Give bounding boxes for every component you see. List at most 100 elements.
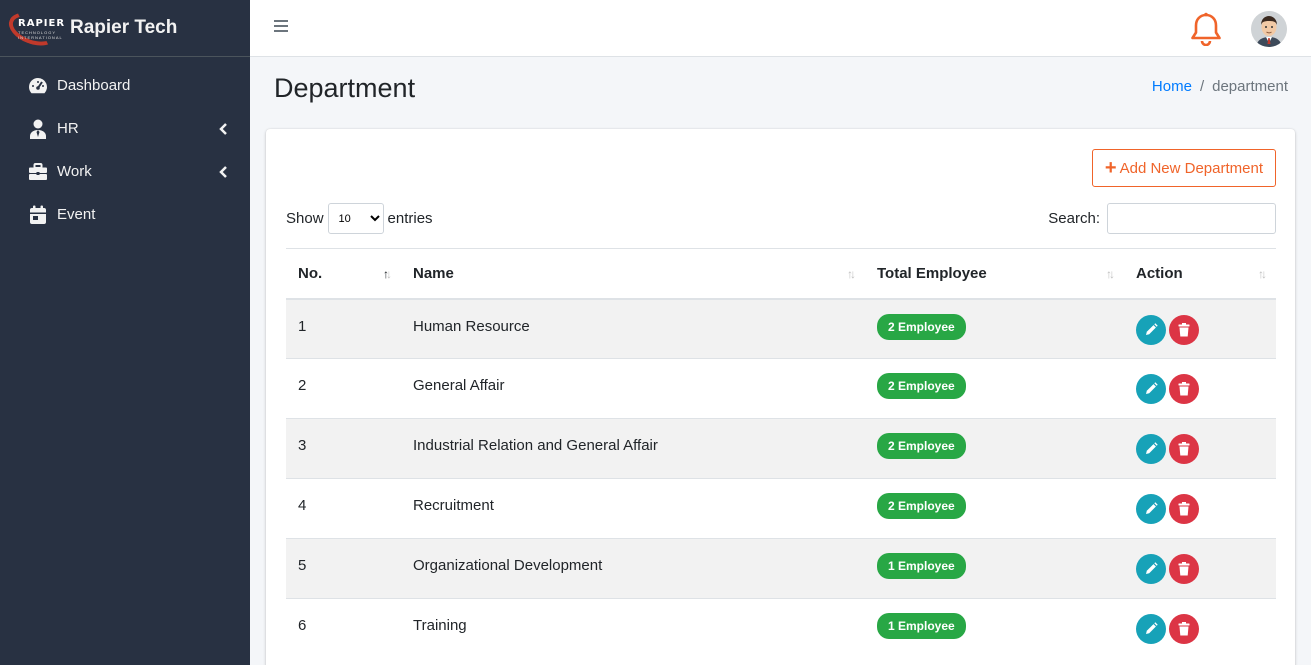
sort-icon: ↑↓ [1258,267,1267,281]
sidebar-item-label: Dashboard [57,77,131,94]
user-tie-icon [28,119,48,139]
breadcrumb-home-link[interactable]: Home [1152,78,1192,95]
breadcrumb-current: department [1212,78,1288,95]
edit-button[interactable] [1136,494,1166,524]
show-label: Show [286,210,324,227]
column-header-action[interactable]: Action ↑↓ [1124,248,1276,300]
sidebar-nav: Dashboard HR Work Event [0,64,250,236]
sidebar-item-hr[interactable]: HR [0,107,250,150]
trash-icon [1178,622,1190,636]
sidebar: RAPIER TECHNOLOGY INTERNATIONAL Rapier T… [0,0,250,665]
table-row: 4 Recruitment 2 Employee [286,478,1276,539]
search-control: Search: [1048,203,1276,234]
edit-button[interactable] [1136,434,1166,464]
sidebar-item-label: Event [57,206,96,223]
table-body: 1 Human Resource 2 Employee 2 General Af… [286,298,1276,659]
sidebar-item-dashboard[interactable]: Dashboard [0,64,250,107]
breadcrumb: Home / department [1152,78,1288,95]
entries-label: entries [387,210,433,227]
department-table: No. ↑↓ Name ↑↓ Total Employee ↑↓ Action ↑↓ 1… [286,248,1276,659]
edit-button[interactable] [1136,314,1166,345]
add-department-label: Add New Department [1119,159,1263,177]
cell-name: Industrial Relation and General Affair [401,418,865,479]
cell-no: 3 [286,418,401,479]
search-input[interactable] [1107,203,1276,234]
delete-button[interactable] [1169,554,1199,584]
cell-no: 6 [286,598,401,659]
table-row: 5 Organizational Development 1 Employee [286,538,1276,599]
delete-button[interactable] [1169,494,1199,524]
page-title: Department [274,73,416,103]
cell-no: 4 [286,478,401,539]
brand-name: Rapier Tech [70,17,178,38]
brand-link[interactable]: RAPIER TECHNOLOGY INTERNATIONAL Rapier T… [0,0,250,57]
employee-count-badge: 2 Employee [877,493,966,519]
breadcrumb-separator: / [1199,78,1205,95]
sort-asc-icon: ↑↓ [383,267,392,281]
delete-button[interactable] [1169,614,1199,644]
cell-name: Recruitment [401,478,865,539]
cell-name: Training [401,598,865,659]
sidebar-item-label: Work [57,163,92,180]
employee-count-badge: 2 Employee [877,373,966,399]
bell-icon[interactable] [1190,12,1222,47]
cell-action [1124,538,1276,599]
table-row: 1 Human Resource 2 Employee [286,298,1276,359]
cell-no: 5 [286,538,401,599]
delete-button[interactable] [1169,374,1199,404]
chevron-left-icon [218,122,228,136]
trash-icon [1178,562,1190,576]
cell-action [1124,418,1276,479]
tachometer-icon [28,76,48,96]
column-header-name[interactable]: Name ↑↓ [401,248,865,300]
trash-icon [1178,442,1190,456]
search-label: Search: [1048,210,1100,227]
delete-button[interactable] [1169,434,1199,464]
cell-name: Human Resource [401,298,865,359]
trash-icon [1178,382,1190,396]
column-header-total-employee[interactable]: Total Employee ↑↓ [865,248,1124,300]
sidebar-item-event[interactable]: Event [0,193,250,236]
cell-name: General Affair [401,358,865,419]
table-row: 2 General Affair 2 Employee [286,358,1276,419]
entries-select[interactable]: 10 [327,203,384,234]
cell-action [1124,478,1276,539]
cell-total-employee: 2 Employee [865,418,1124,479]
edit-button[interactable] [1136,614,1166,644]
pencil-icon [1146,382,1158,394]
trash-icon [1178,322,1190,336]
table-header-row: No. ↑↓ Name ↑↓ Total Employee ↑↓ Action ↑↓ [286,248,1276,300]
pencil-icon [1146,322,1158,335]
employee-count-badge: 2 Employee [877,433,966,459]
delete-button[interactable] [1169,314,1199,345]
employee-count-badge: 2 Employee [877,313,966,340]
pencil-icon [1146,442,1158,454]
cell-total-employee: 2 Employee [865,358,1124,419]
cell-no: 2 [286,358,401,419]
cell-total-employee: 1 Employee [865,538,1124,599]
cell-action [1124,598,1276,659]
edit-button[interactable] [1136,554,1166,584]
employee-count-badge: 1 Employee [877,553,966,579]
sort-icon: ↑↓ [847,267,856,281]
logo-subtitle: TECHNOLOGY INTERNATIONAL [18,30,63,40]
hamburger-icon[interactable] [274,20,288,34]
pencil-icon [1146,562,1158,574]
sort-icon: ↑↓ [1106,267,1115,281]
cell-action [1124,358,1276,419]
cell-no: 1 [286,298,401,359]
pencil-icon [1146,502,1158,514]
user-avatar[interactable] [1251,11,1287,47]
add-department-button[interactable]: + Add New Department [1091,149,1276,187]
briefcase-icon [28,162,48,182]
top-navbar [250,0,1311,57]
department-card: + Add New Department Show 10 entries Sea… [266,129,1295,665]
trash-icon [1178,502,1190,516]
cell-total-employee: 2 Employee [865,298,1124,359]
edit-button[interactable] [1136,374,1166,404]
cell-total-employee: 2 Employee [865,478,1124,539]
calendar-icon [28,205,48,225]
column-header-no[interactable]: No. ↑↓ [286,248,401,300]
chevron-left-icon [218,165,228,179]
sidebar-item-work[interactable]: Work [0,150,250,193]
